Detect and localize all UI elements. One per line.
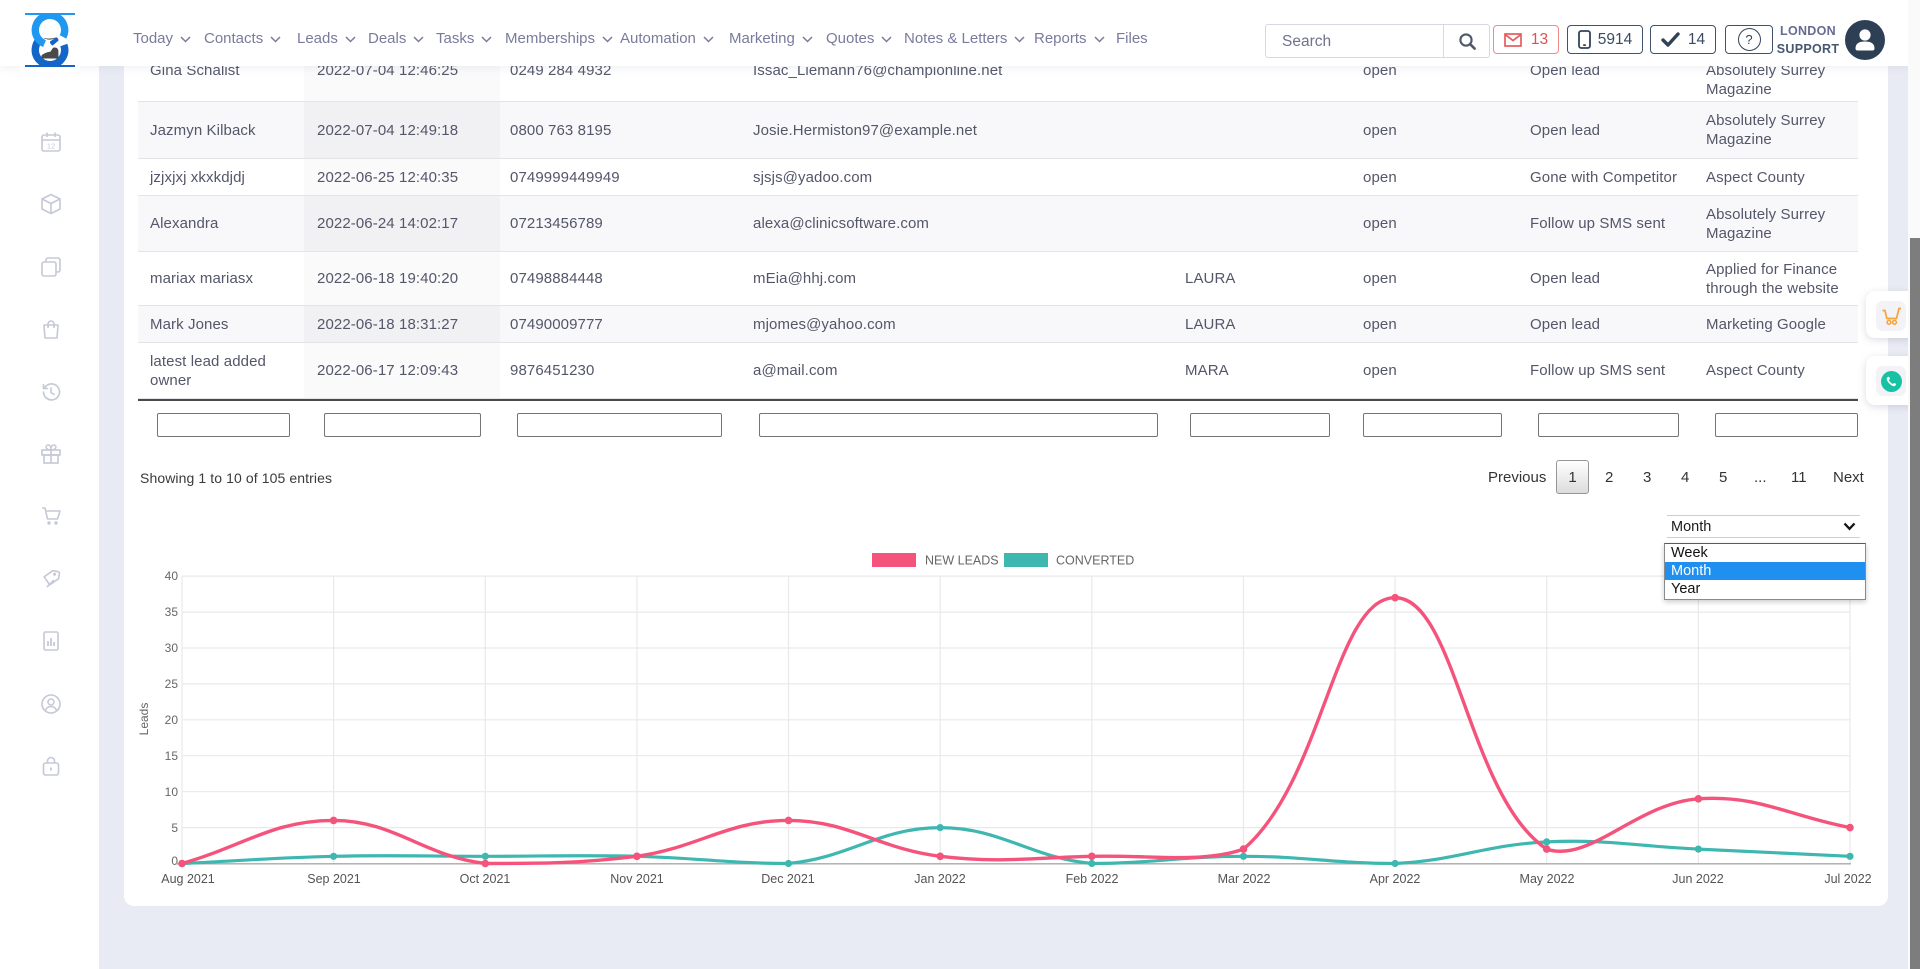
svg-text:NEW LEADS: NEW LEADS bbox=[925, 554, 999, 568]
svg-text:Leads: Leads bbox=[137, 703, 151, 736]
svg-text:CONVERTED: CONVERTED bbox=[1056, 554, 1134, 568]
